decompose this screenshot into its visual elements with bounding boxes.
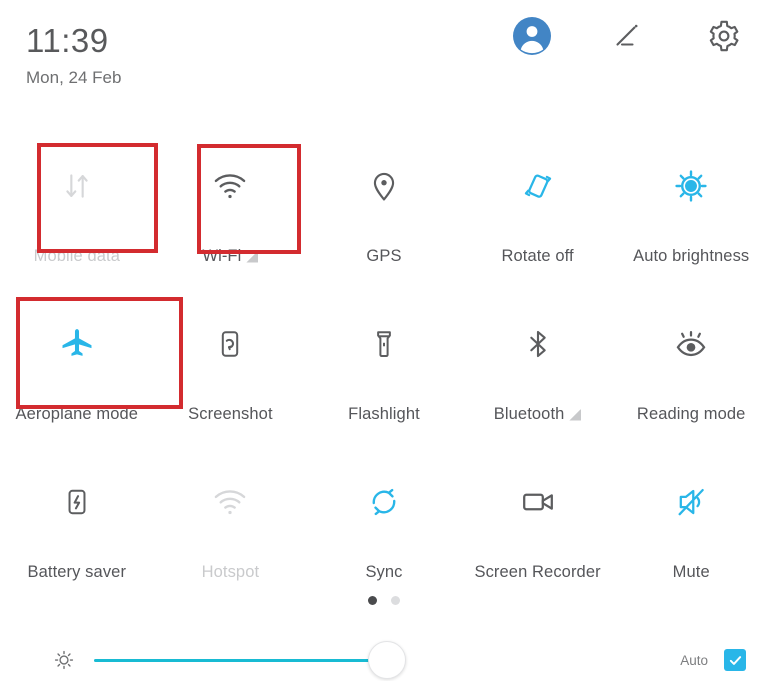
page-dot-1[interactable]	[368, 596, 377, 605]
tile-hotspot[interactable]: Hotspot	[154, 452, 308, 610]
tile-battery-saver[interactable]: Battery saver	[0, 452, 154, 610]
status-header: 11:39 Mon, 24 Feb	[0, 0, 768, 120]
page-dot-2[interactable]	[391, 596, 400, 605]
sync-icon	[356, 474, 412, 530]
tile-label-row: Hotspot	[154, 563, 308, 582]
edit-icon[interactable]	[606, 14, 650, 58]
gear-icon[interactable]	[702, 14, 746, 58]
tile-label: Bluetooth	[493, 405, 565, 423]
tile-label-row: GPS	[307, 247, 461, 266]
tile-label: Auto brightness	[633, 247, 750, 265]
tile-label-row: Wi-Fi	[154, 247, 308, 266]
tile-wifi[interactable]: Wi-Fi	[154, 136, 308, 294]
auto-checkbox[interactable]	[724, 649, 746, 671]
tile-aeroplane-mode[interactable]: Aeroplane mode	[0, 294, 154, 452]
brightness-slider-track	[94, 658, 387, 662]
tile-label-row: Mute	[614, 563, 768, 582]
mute-icon	[663, 474, 719, 530]
tile-flashlight[interactable]: Flashlight	[307, 294, 461, 452]
tile-label-row: Rotate off	[461, 247, 615, 266]
tile-label: Hotspot	[201, 563, 260, 581]
gps-pin-icon	[356, 158, 412, 214]
tile-label: Mute	[672, 563, 710, 581]
user-avatar-icon[interactable]	[510, 14, 554, 58]
mobile-data-icon	[49, 158, 105, 214]
tile-label: Screenshot	[188, 405, 273, 423]
hotspot-icon	[202, 474, 258, 530]
tile-screenshot[interactable]: Screenshot	[154, 294, 308, 452]
tile-label: Flashlight	[348, 405, 420, 423]
screen-recorder-icon	[510, 474, 566, 530]
tile-gps[interactable]: GPS	[307, 136, 461, 294]
brightness-row: Auto	[0, 638, 768, 681]
auto-brightness-toggle[interactable]: Auto	[680, 649, 746, 671]
auto-label: Auto	[680, 652, 708, 668]
tile-label: Screen Recorder	[474, 563, 601, 581]
tile-label-row: Reading mode	[614, 405, 768, 424]
tile-rotate-off[interactable]: Rotate off	[461, 136, 615, 294]
tile-mute[interactable]: Mute	[614, 452, 768, 610]
clock-time: 11:39	[26, 22, 109, 59]
header-icon-group	[510, 14, 746, 58]
brightness-slider-thumb[interactable]	[368, 641, 406, 679]
tile-label-row: Screen Recorder	[461, 563, 615, 582]
page-indicator	[0, 596, 768, 605]
aeroplane-icon	[49, 316, 105, 372]
tile-label: Wi-Fi	[202, 247, 242, 265]
tile-label-row: Sync	[307, 563, 461, 582]
screenshot-icon	[202, 316, 258, 372]
brightness-slider[interactable]	[94, 641, 406, 679]
brightness-sun-icon	[52, 648, 76, 672]
tile-auto-brightness[interactable]: Auto brightness	[614, 136, 768, 294]
tile-label: Rotate off	[501, 247, 574, 265]
tile-bluetooth[interactable]: Bluetooth	[461, 294, 615, 452]
rotate-off-icon	[510, 158, 566, 214]
tile-label: Mobile data	[33, 247, 120, 265]
tile-label: GPS	[366, 247, 402, 265]
tile-sync[interactable]: Sync	[307, 452, 461, 610]
tile-mobile-data[interactable]: Mobile data	[0, 136, 154, 294]
tile-label: Sync	[365, 563, 403, 581]
expand-triangle-icon[interactable]	[569, 408, 582, 421]
bluetooth-icon	[510, 316, 566, 372]
tile-label-row: Screenshot	[154, 405, 308, 424]
clock-date: Mon, 24 Feb	[26, 68, 122, 87]
tile-label-row: Flashlight	[307, 405, 461, 424]
quick-settings-panel: 11:39 Mon, 24 Feb Mobile data Wi-Fi GPS …	[0, 0, 768, 681]
wifi-icon	[202, 158, 258, 214]
tile-label-row: Battery saver	[0, 563, 154, 582]
reading-mode-icon	[663, 316, 719, 372]
battery-saver-icon	[49, 474, 105, 530]
tile-label-row: Aeroplane mode	[0, 405, 154, 424]
tile-label-row: Bluetooth	[461, 405, 615, 424]
tile-screen-recorder[interactable]: Screen Recorder	[461, 452, 615, 610]
tile-label: Battery saver	[27, 563, 127, 581]
auto-brightness-icon	[663, 158, 719, 214]
tile-label: Reading mode	[636, 405, 746, 423]
tile-grid: Mobile data Wi-Fi GPS Rotate off Auto br…	[0, 136, 768, 610]
tile-reading-mode[interactable]: Reading mode	[614, 294, 768, 452]
tile-label-row: Auto brightness	[614, 247, 768, 266]
flashlight-icon	[356, 316, 412, 372]
tile-label-row: Mobile data	[0, 247, 154, 266]
expand-triangle-icon[interactable]	[246, 250, 259, 263]
clock-block: 11:39 Mon, 24 Feb	[26, 22, 121, 90]
tile-label: Aeroplane mode	[15, 405, 139, 423]
